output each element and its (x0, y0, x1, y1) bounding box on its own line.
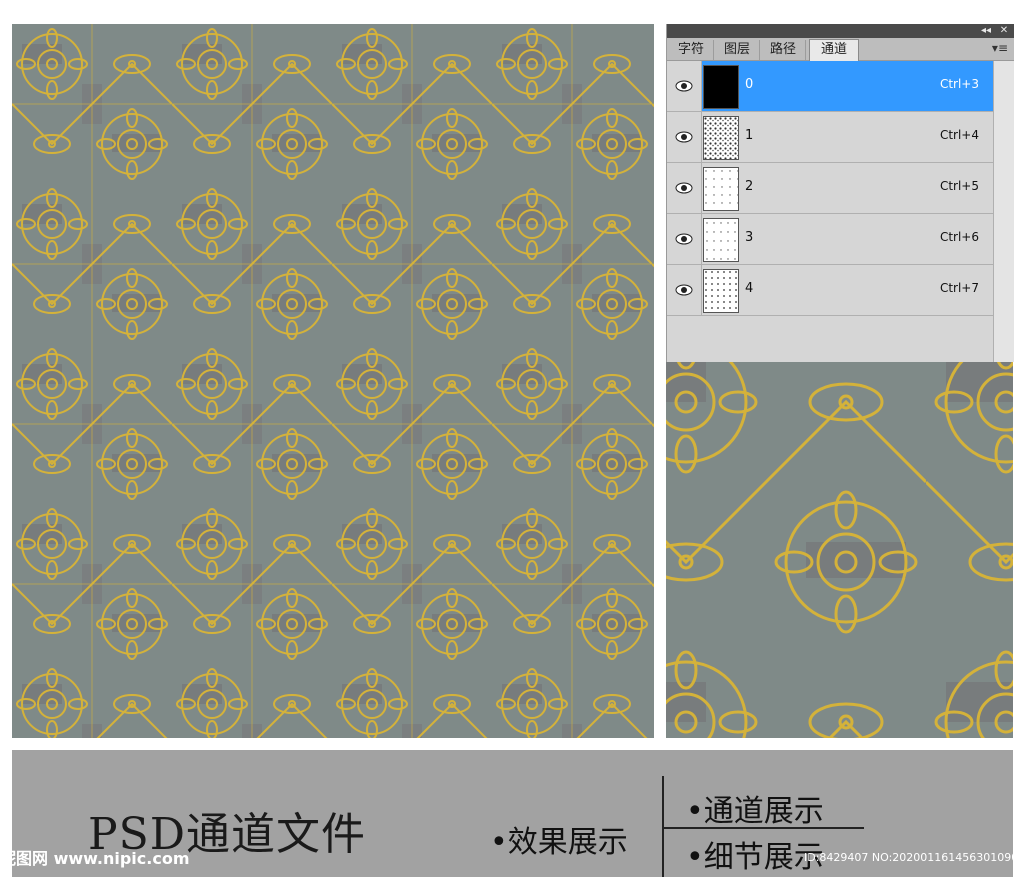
pattern-preview-detail (666, 362, 1013, 738)
visibility-toggle[interactable] (667, 265, 702, 315)
pattern-preview-main (12, 24, 654, 738)
visibility-toggle[interactable] (667, 61, 702, 111)
visibility-toggle[interactable] (667, 163, 702, 213)
channel-thumbnail (703, 269, 739, 313)
channel-row[interactable]: 1 Ctrl+4 (667, 112, 993, 163)
lace-pattern-detail-graphic (666, 362, 1013, 738)
channel-thumbnail (703, 167, 739, 211)
channel-name: 4 (745, 281, 754, 296)
visibility-toggle[interactable] (667, 112, 702, 162)
watermark-id: ID:8429407 NO:20200116145630109085 (804, 851, 1024, 864)
channel-row[interactable]: 4 Ctrl+7 (667, 265, 993, 316)
channel-shortcut: Ctrl+7 (939, 281, 979, 295)
channel-shortcut: Ctrl+5 (939, 179, 979, 193)
eye-icon (675, 182, 693, 194)
eye-icon (675, 233, 693, 245)
scrollbar[interactable] (993, 61, 1014, 362)
effect-label: •效果展示 (490, 825, 628, 860)
channel-row[interactable]: 0 Ctrl+3 (667, 61, 993, 112)
channel-name: 0 (745, 77, 754, 92)
channel-list: 0 Ctrl+3 1 Ctrl+4 2 Ctrl+5 3 Ctrl+6 4 Ct… (667, 61, 993, 316)
channel-shortcut: Ctrl+4 (939, 128, 979, 142)
footer-banner: PSD通道文件 •效果展示 •通道展示 •细节展示 昵图网 www.nipic.… (0, 750, 1024, 877)
tab-channels[interactable]: 通道 (809, 39, 859, 61)
eye-icon (675, 131, 693, 143)
panel-title-bar: ◂◂ ✕ (667, 24, 1014, 38)
channel-thumbnail (703, 116, 739, 160)
channel-row[interactable]: 3 Ctrl+6 (667, 214, 993, 265)
channels-panel: ◂◂ ✕ 字符 图层 路径 通道 ▾≡ 0 Ctrl+3 1 Ctrl+4 2 … (666, 24, 1014, 362)
channel-row[interactable]: 2 Ctrl+5 (667, 163, 993, 214)
channel-name: 1 (745, 128, 754, 143)
close-icon[interactable]: ✕ (996, 24, 1012, 38)
watermark-logo: 昵图网 www.nipic.com (0, 849, 190, 868)
lace-pattern-graphic (12, 24, 654, 738)
visibility-toggle[interactable] (667, 214, 702, 264)
channel-name: 3 (745, 230, 754, 245)
collapse-icon[interactable]: ◂◂ (978, 24, 994, 38)
eye-icon (675, 80, 693, 92)
tab-character[interactable]: 字符 (669, 40, 714, 60)
channel-shortcut: Ctrl+6 (939, 230, 979, 244)
tab-layers[interactable]: 图层 (715, 40, 760, 60)
channel-label: •通道展示 (686, 794, 824, 829)
channel-thumbnail (703, 218, 739, 262)
tab-paths[interactable]: 路径 (761, 40, 806, 60)
channel-thumbnail (703, 65, 739, 109)
eye-icon (675, 284, 693, 296)
channel-shortcut: Ctrl+3 (939, 77, 979, 91)
channel-name: 2 (745, 179, 754, 194)
panel-tabs: 字符 图层 路径 通道 ▾≡ (667, 38, 1014, 61)
panel-menu-icon[interactable]: ▾≡ (992, 41, 1008, 55)
